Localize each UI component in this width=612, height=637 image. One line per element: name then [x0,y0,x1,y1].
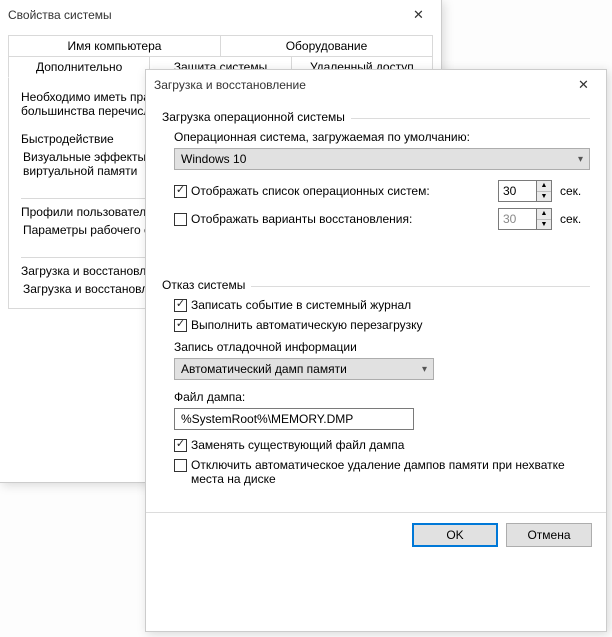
spinner-buttons: ▲▼ [536,208,552,230]
spinner-up-icon[interactable]: ▲ [537,181,551,191]
spinner-down-icon[interactable]: ▼ [537,191,551,202]
overwrite-dump-row: Заменять существующий файл дампа [174,438,590,452]
window-title: Загрузка и восстановление [154,78,306,92]
tabs-row-1: Имя компьютера Оборудование [0,34,441,55]
overwrite-dump-checkbox[interactable] [174,439,187,452]
show-recovery-list-seconds-input [498,208,536,230]
disable-autodelete-label: Отключить автоматическое удаление дампов… [191,458,590,486]
system-startup-title: Загрузка операционной системы [162,110,590,124]
chevron-down-icon: ▾ [578,154,583,165]
system-failure-group: Отказ системы Записать событие в системн… [162,278,590,486]
auto-restart-label: Выполнить автоматическую перезагрузку [191,318,423,332]
spinner-down-icon: ▼ [537,219,551,230]
default-os-value: Windows 10 [181,152,246,166]
seconds-unit: сек. [560,184,590,198]
show-recovery-list-checkbox[interactable] [174,213,187,226]
system-startup-group: Загрузка операционной системы Операционн… [162,110,590,230]
dump-file-label: Файл дампа: [174,390,590,404]
write-event-label: Записать событие в системный журнал [191,298,411,312]
overwrite-dump-label: Заменять существующий файл дампа [191,438,404,452]
chevron-down-icon: ▾ [422,364,427,375]
disable-autodelete-checkbox[interactable] [174,459,187,472]
dialog-buttons: OK Отмена [146,512,606,561]
tab-advanced[interactable]: Дополнительно [8,56,150,78]
debug-info-value: Автоматический дамп памяти [181,362,347,376]
write-event-checkbox[interactable] [174,299,187,312]
cancel-button[interactable]: Отмена [506,523,592,547]
show-recovery-list-seconds: ▲▼ [498,208,552,230]
show-os-list-label: Отображать список операционных систем: [191,184,430,198]
debug-info-select[interactable]: Автоматический дамп памяти ▾ [174,358,434,380]
show-os-list-row: Отображать список операционных систем: ▲… [174,180,590,202]
window-title: Свойства системы [8,8,112,22]
default-os-label: Операционная система, загружаемая по умо… [174,130,590,144]
titlebar: Загрузка и восстановление ✕ [146,70,606,100]
ok-button[interactable]: OK [412,523,498,547]
close-icon[interactable]: ✕ [561,70,606,100]
disable-autodelete-row: Отключить автоматическое удаление дампов… [174,458,590,486]
tab-hardware[interactable]: Оборудование [221,35,433,56]
titlebar: Свойства системы ✕ [0,0,441,30]
show-recovery-list-row: Отображать варианты восстановления: ▲▼ с… [174,208,590,230]
show-os-list-seconds-input[interactable] [498,180,536,202]
tab-computer-name[interactable]: Имя компьютера [8,35,221,56]
close-icon[interactable]: ✕ [396,0,441,30]
default-os-select[interactable]: Windows 10 ▾ [174,148,590,170]
dump-file-input[interactable]: %SystemRoot%\MEMORY.DMP [174,408,414,430]
dump-file-value: %SystemRoot%\MEMORY.DMP [181,412,353,426]
seconds-unit: сек. [560,212,590,226]
spinner-buttons[interactable]: ▲▼ [536,180,552,202]
show-os-list-seconds[interactable]: ▲▼ [498,180,552,202]
write-event-row: Записать событие в системный журнал [174,298,590,312]
show-os-list-checkbox[interactable] [174,185,187,198]
debug-info-title: Запись отладочной информации [174,340,590,354]
spinner-up-icon: ▲ [537,209,551,219]
auto-restart-checkbox[interactable] [174,319,187,332]
dialog-content: Загрузка операционной системы Операционн… [146,100,606,504]
system-failure-title: Отказ системы [162,278,590,292]
show-recovery-list-label: Отображать варианты восстановления: [191,212,412,226]
auto-restart-row: Выполнить автоматическую перезагрузку [174,318,590,332]
startup-and-recovery-window: Загрузка и восстановление ✕ Загрузка опе… [145,69,607,632]
